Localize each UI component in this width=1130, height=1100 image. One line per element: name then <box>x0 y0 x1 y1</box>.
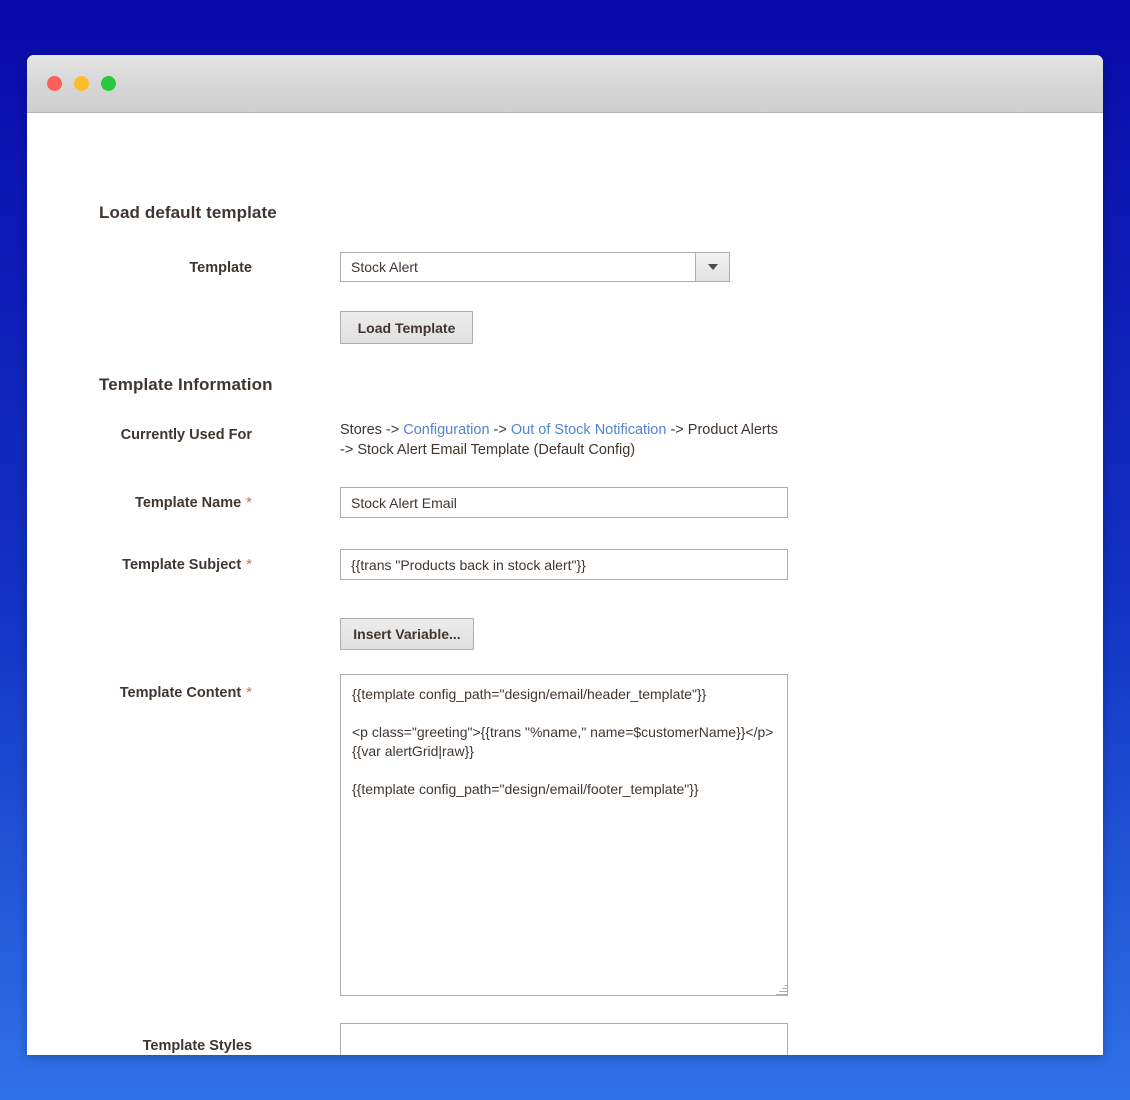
template-subject-required-asterisk: * <box>246 556 252 573</box>
template-content-label-text: Template Content <box>119 685 242 701</box>
browser-window: Load default template Template Stock Ale… <box>27 55 1103 1055</box>
template-subject-input[interactable] <box>340 549 788 580</box>
currently-used-for-value: Stores -> Configuration -> Out of Stock … <box>340 420 785 460</box>
currently-used-for-part2: -> <box>489 422 511 438</box>
currently-used-for-label: Currently Used For <box>120 427 252 443</box>
minimize-window-icon[interactable] <box>74 76 89 91</box>
template-content-textarea[interactable]: {{template config_path="design/email/hea… <box>340 674 788 996</box>
template-select-toggle[interactable] <box>695 252 730 282</box>
template-name-input[interactable] <box>340 487 788 518</box>
template-name-label: Template Name * <box>57 494 252 512</box>
template-styles-label: Template Styles <box>142 1038 252 1054</box>
template-subject-label-text: Template Subject <box>122 557 242 573</box>
template-subject-label: Template Subject * <box>57 556 252 574</box>
template-content-label: Template Content * <box>57 684 252 702</box>
load-default-template-heading: Load default template <box>99 203 277 222</box>
template-select-label: Template <box>189 260 252 276</box>
template-information-heading: Template Information <box>99 375 273 394</box>
template-content-required-asterisk: * <box>246 684 252 701</box>
template-name-required-asterisk: * <box>246 494 252 511</box>
page-content: Load default template Template Stock Ale… <box>27 113 1103 1055</box>
window-titlebar <box>27 55 1103 113</box>
close-window-icon[interactable] <box>47 76 62 91</box>
out-of-stock-notification-link[interactable]: Out of Stock Notification <box>511 422 667 438</box>
currently-used-for-part1: Stores -> <box>340 422 404 438</box>
maximize-window-icon[interactable] <box>101 76 116 91</box>
chevron-down-icon <box>707 264 718 270</box>
template-name-label-text: Template Name <box>135 495 242 511</box>
insert-variable-button[interactable]: Insert Variable... <box>340 618 474 650</box>
template-select[interactable]: Stock Alert <box>340 252 730 282</box>
template-styles-textarea[interactable] <box>340 1023 788 1055</box>
configuration-link[interactable]: Configuration <box>403 422 489 438</box>
load-template-button[interactable]: Load Template <box>340 311 473 344</box>
template-select-value[interactable]: Stock Alert <box>340 252 695 282</box>
